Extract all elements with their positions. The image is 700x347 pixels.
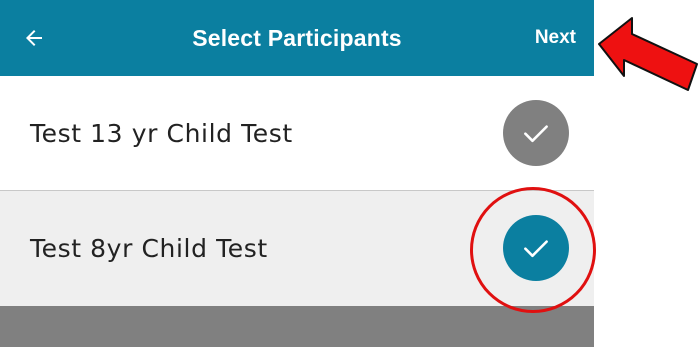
- checkmark-icon[interactable]: [503, 100, 569, 166]
- participant-name: Test 13 yr Child Test: [30, 119, 293, 148]
- page-title: Select Participants: [192, 24, 402, 51]
- participant-row[interactable]: Test 8yr Child Test: [0, 191, 594, 306]
- select-participants-screen: Select Participants Next Test 13 yr Chil…: [0, 0, 594, 347]
- back-button[interactable]: [22, 20, 70, 56]
- red-arrow-icon: [598, 17, 698, 91]
- app-bar: Select Participants Next: [0, 0, 594, 76]
- participant-name: Test 8yr Child Test: [30, 234, 268, 263]
- checkmark-icon[interactable]: [503, 215, 569, 281]
- participant-row[interactable]: Test 13 yr Child Test: [0, 76, 594, 191]
- next-button[interactable]: Next: [535, 20, 576, 56]
- bottom-bar: [0, 306, 594, 347]
- arrow-left-icon: [26, 30, 42, 46]
